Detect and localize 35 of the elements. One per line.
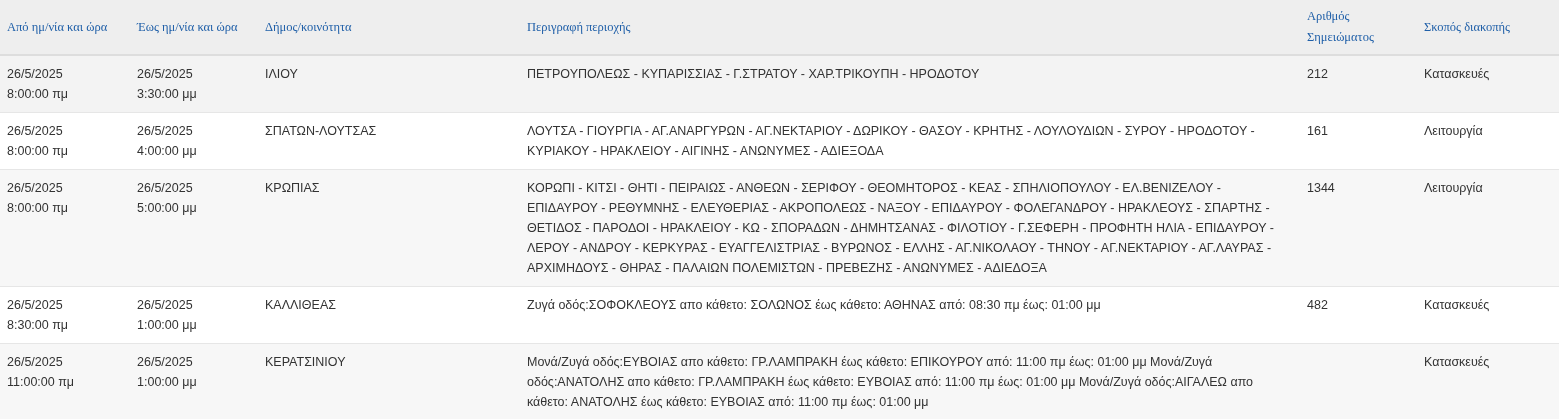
table-cell: Κατασκευές <box>1417 55 1559 113</box>
column-header: Δήμος/κοινότητα <box>258 0 520 55</box>
table-cell: ΚΑΛΛΙΘΕΑΣ <box>258 286 520 344</box>
table-cell: 26/5/2025 8:00:00 πμ <box>0 55 130 113</box>
table-cell: 26/5/2025 1:00:00 μμ <box>130 286 258 344</box>
table-cell: 482 <box>1300 286 1417 344</box>
table-cell: 26/5/2025 1:00:00 μμ <box>130 343 258 419</box>
column-header: Σκοπός διακοπής <box>1417 0 1559 55</box>
table-cell: Μονά/Ζυγά οδός:ΕΥΒΟΙΑΣ απο κάθετο: ΓΡ.ΛΑΜΠΡΑΚΗ έως κάθετο: ΕΠΙΚΟΥΡΟΥ από: 11:00 πμ έως: 01:00 μμ Μονά/Ζυγά οδός:ΑΝΑΤΟΛΗΣ απο κάθετο: ΓΡ.ΛΑΜΠΡΑΚΗ έως κάθετο: ΕΥΒΟΙΑΣ από: 11:00 πμ έως: 01:00 μμ Μονά/Ζυγά οδός:ΑΙΓΑΛΕΩ απο κάθετο: ΑΝΑΤΟΛΗΣ έως κάθετο: ΕΥΒΟΙΑΣ από: 11:00 πμ έως: 01:00 μμ <box>520 343 1300 419</box>
table-cell: 26/5/2025 3:30:00 μμ <box>130 55 258 113</box>
column-header: Αριθμός Σημειώματος <box>1300 0 1417 55</box>
column-header: Από ημ/νία και ώρα <box>0 0 130 55</box>
table-cell: Ζυγά οδός:ΣΟΦΟΚΛΕΟΥΣ απο κάθετο: ΣΟΛΩΝΟΣ έως κάθετο: ΑΘΗΝΑΣ από: 08:30 πμ έως: 01:00 μμ <box>520 286 1300 344</box>
table-cell: ΚΕΡΑΤΣΙΝΙΟΥ <box>258 343 520 419</box>
table-cell: 26/5/2025 8:30:00 πμ <box>0 286 130 344</box>
column-header: Περιγραφή περιοχής <box>520 0 1300 55</box>
table-cell: 26/5/2025 8:00:00 πμ <box>0 112 130 170</box>
table-cell: 26/5/2025 11:00:00 πμ <box>0 343 130 419</box>
table-cell: Κατασκευές <box>1417 343 1559 419</box>
table-cell: ΚΟΡΩΠΙ - ΚΙΤΣΙ - ΘΗΤΙ - ΠΕΙΡΑΙΩΣ - ΑΝΘΕΩΝ - ΣΕΡΙΦΟΥ - ΘΕΟΜΗΤΟΡΟΣ - ΚΕΑΣ - ΣΠΗΛΙΟΠΟΥΛΟΥ - ΕΛ.ΒΕΝΙΖΕΛΟΥ - ΕΠΙΔΑΥΡΟΥ - ΡΕΘΥΜΝΗΣ - ΕΛΕΥΘΕΡΙΑΣ - ΑΚΡΟΠΟΛΕΩΣ - ΝΑΞΟΥ - ΕΠΙΔΑΥΡΟΥ - ΦΟΛΕΓΑΝΔΡΟΥ - ΗΡΑΚΛΕΟΥΣ - ΣΠΑΡΤΗΣ - ΘΕΤΙΔΟΣ - ΠΑΡΟΔΟΙ - ΗΡΑΚΛΕΙΟΥ - ΚΩ - ΣΠΟΡΑΔΩΝ - ΔΗΜΗΤΣΑΝΑΣ - ΦΙΛΟΤΙΟΥ - Γ.ΣΕΦΕΡΗ - ΠΡΟΦΗΤΗ ΗΛΙΑ - ΕΠΙΔΑΥΡΟΥ - ΛΕΡΟΥ - ΑΝΔΡΟΥ - ΚΕΡΚΥΡΑΣ - ΕΥΑΓΓΕΛΙΣΤΡΙΑΣ - ΒΥΡΩΝΟΣ - ΕΛΛΗΣ - ΑΓ.ΝΙΚΟΛΑΟΥ - ΤΗΝΟΥ - ΑΓ.ΝΕΚΤΑΡΙΟΥ - ΑΓ.ΛΑΥΡΑΣ - ΑΡΧΙΜΗΔΟΥΣ - ΘΗΡΑΣ - ΠΑΛΑΙΩΝ ΠΟΛΕΜΙΣΤΩΝ - ΠΡΕΒΕΖΗΣ - ΑΝΩΝΥΜΕΣ - ΑΔΙΕΔΟΞΑ <box>520 169 1300 287</box>
table-cell: ΣΠΑΤΩΝ-ΛΟΥΤΣΑΣ <box>258 112 520 170</box>
table-cell: 26/5/2025 4:00:00 μμ <box>130 112 258 170</box>
table-cell: ΠΕΤΡΟΥΠΟΛΕΩΣ - ΚΥΠΑΡΙΣΣΙΑΣ - Γ.ΣΤΡΑΤΟΥ - ΧΑΡ.ΤΡΙΚΟΥΠΗ - ΗΡΟΔΟΤΟΥ <box>520 55 1300 113</box>
table-cell: ΙΛΙΟΥ <box>258 55 520 113</box>
table-cell: 161 <box>1300 112 1417 170</box>
table-cell: ΛΟΥΤΣΑ - ΓΙΟΥΡΓΙΑ - ΑΓ.ΑΝΑΡΓΥΡΩΝ - ΑΓ.ΝΕΚΤΑΡΙΟΥ - ΔΩΡΙΚΟΥ - ΘΑΣΟΥ - ΚΡΗΤΗΣ - ΛΟΥΛΟΥΔΙΩΝ - ΣΥΡΟΥ - ΗΡΟΔΟΤΟΥ - ΚΥΡΙΑΚΟΥ - ΗΡΑΚΛΕΙΟΥ - ΑΙΓΙΝΗΣ - ΑΝΩΝΥΜΕΣ - ΑΔΙΕΞΟΔΑ <box>520 112 1300 170</box>
table-cell: 26/5/2025 8:00:00 πμ <box>0 169 130 287</box>
table-cell: 26/5/2025 5:00:00 μμ <box>130 169 258 287</box>
column-header: Έως ημ/νία και ώρα <box>130 0 258 55</box>
table-cell: Λειτουργία <box>1417 112 1559 170</box>
table-cell: 212 <box>1300 55 1417 113</box>
table-cell: 1344 <box>1300 169 1417 287</box>
table-cell: ΚΡΩΠΙΑΣ <box>258 169 520 287</box>
table-cell: Λειτουργία <box>1417 169 1559 287</box>
table-cell: Κατασκευές <box>1417 286 1559 344</box>
